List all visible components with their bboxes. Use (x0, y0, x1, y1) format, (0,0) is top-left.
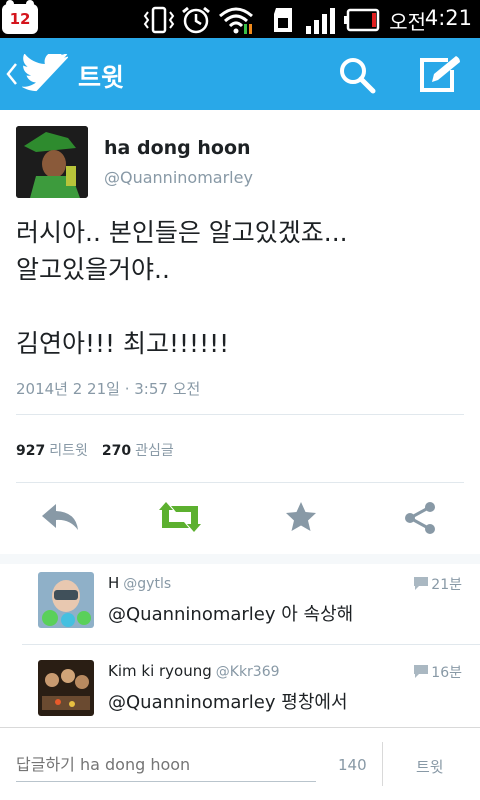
replies-separator (0, 554, 480, 564)
retweet-label[interactable]: 리트윗 (49, 443, 88, 459)
author-avatar[interactable] (16, 126, 88, 198)
sd-card-icon (274, 8, 292, 32)
favorite-star-icon[interactable] (284, 500, 318, 534)
divider (16, 482, 464, 483)
favorite-count[interactable]: 270 (102, 443, 131, 459)
reply-text: @Quanninomarley 아 속상해 (108, 604, 354, 625)
tweet-stats: 927 리트윗 270 관심글 (16, 440, 174, 460)
tweet-text: 러시아.. 본인들은 알고있겠죠... 알고있을거야.. 김연아!!! 최고!!… (16, 218, 348, 358)
signal-icon (306, 8, 335, 34)
reply-bubble-icon (414, 577, 428, 590)
reply-bubble-icon (414, 665, 428, 678)
reply-icon[interactable] (40, 500, 80, 534)
avatar-image (38, 572, 94, 628)
reply-time: 21분 (431, 577, 462, 593)
alarm-icon (182, 6, 210, 34)
character-count: 140 (338, 756, 367, 774)
reply-composer: 140 트윗 (0, 727, 480, 800)
reply-time: 16분 (431, 665, 462, 681)
back-chevron-icon[interactable] (6, 62, 18, 86)
reply-item[interactable]: Kim ki ryoung @Kkr369 16분 @Quanninomarley… (0, 652, 480, 727)
reply-author-handle: @gytls (123, 576, 172, 592)
divider (16, 414, 464, 415)
notification-badge: 12 (2, 0, 38, 34)
reply-author[interactable]: Kim ki ryoung @Kkr369 (108, 662, 280, 680)
wifi-icon (219, 7, 253, 34)
reply-author-handle: @Kkr369 (215, 664, 280, 680)
battery-icon (344, 8, 380, 32)
reply-avatar[interactable] (38, 572, 94, 628)
divider (22, 644, 480, 645)
retweet-count[interactable]: 927 (16, 443, 45, 459)
favorite-label[interactable]: 관심글 (135, 443, 174, 459)
reply-author-name: Kim ki ryoung (108, 662, 212, 680)
reply-author-name: H (108, 574, 120, 592)
author-name[interactable]: ha dong hoon (104, 137, 251, 159)
reply-avatar[interactable] (38, 660, 94, 716)
tweet-timestamp: 2014년 2 21일 · 3:57 오전 (16, 380, 201, 398)
reply-author[interactable]: H @gytls (108, 574, 171, 592)
retweet-icon[interactable] (158, 500, 202, 534)
divider (382, 742, 383, 786)
reply-input[interactable] (16, 748, 316, 782)
action-bar: 트윗 (0, 38, 480, 110)
reply-text: @Quanninomarley 평창에서 (108, 692, 348, 713)
twitter-bird-icon[interactable] (22, 54, 68, 92)
status-ampm: 오전 (389, 10, 426, 34)
search-icon[interactable] (338, 56, 376, 94)
send-tweet-button[interactable]: 트윗 (416, 756, 444, 777)
compose-icon[interactable] (418, 54, 462, 94)
author-handle[interactable]: @Quanninomarley (104, 168, 253, 187)
avatar-image (16, 126, 88, 198)
avatar-image (38, 660, 94, 716)
status-bar: 12 오전 4:21 (0, 0, 480, 38)
share-icon[interactable] (402, 500, 438, 536)
status-time: 4:21 (424, 6, 472, 30)
page-title: 트윗 (78, 63, 125, 92)
vibrate-icon (143, 6, 175, 34)
